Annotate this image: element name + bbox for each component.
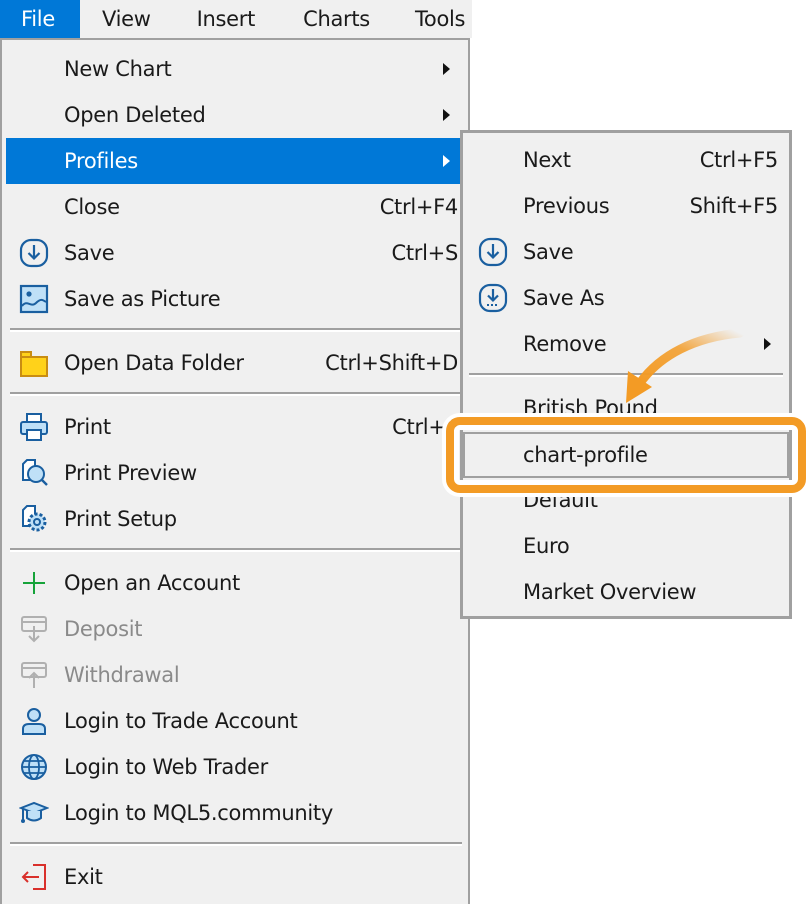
menu-item-label: Default [523, 488, 598, 512]
menu-item-label: chart-profile [523, 443, 648, 467]
menu-item-exit[interactable]: Exit [6, 854, 462, 900]
graduation-cap-icon [18, 797, 50, 829]
folder-icon [18, 347, 50, 379]
menu-file[interactable]: File [0, 0, 80, 38]
menu-item-label: Print Setup [64, 507, 177, 531]
menu-item-label: Print Preview [64, 461, 197, 485]
menu-item-label: Profiles [64, 149, 138, 173]
menu-item-save-as-picture[interactable]: Save as Picture [6, 276, 462, 322]
submenu-item-british-pound[interactable]: British Pound [463, 385, 789, 431]
menu-item-close[interactable]: Close Ctrl+F4 [6, 184, 462, 230]
submenu-item-save[interactable]: Save [463, 229, 789, 275]
globe-icon [18, 751, 50, 783]
menu-item-print-preview[interactable]: Print Preview [6, 450, 462, 496]
menu-item-print[interactable]: Print Ctrl+P [6, 404, 462, 450]
submenu-item-market-overview[interactable]: Market Overview [463, 569, 789, 615]
menu-item-label: Save As [523, 286, 605, 310]
menu-item-profiles[interactable]: Profiles [6, 138, 462, 184]
menu-item-label: Open Deleted [64, 103, 206, 127]
menu-separator [10, 392, 462, 396]
menu-item-print-setup[interactable]: Print Setup [6, 496, 462, 542]
menu-item-label: Open Data Folder [64, 351, 244, 375]
print-preview-icon [18, 457, 50, 489]
submenu-item-default[interactable]: ✓ Default [463, 477, 789, 523]
menu-view[interactable]: View [80, 0, 173, 38]
profiles-submenu: Next Ctrl+F5 Previous Shift+F5 Save Save… [460, 130, 792, 619]
shortcut-text: Ctrl+S [391, 241, 459, 265]
menu-item-open-account[interactable]: Open an Account [6, 560, 462, 606]
menu-item-label: Next [523, 148, 571, 172]
submenu-item-euro[interactable]: Euro [463, 523, 789, 569]
deposit-icon [18, 613, 50, 645]
menu-item-open-data-folder[interactable]: Open Data Folder Ctrl+Shift+D [6, 340, 462, 386]
shortcut-text: Shift+F5 [689, 194, 779, 218]
submenu-item-previous[interactable]: Previous Shift+F5 [463, 183, 789, 229]
menu-item-label: Exit [64, 865, 103, 889]
menu-item-login-trade-account[interactable]: Login to Trade Account [6, 698, 462, 744]
menu-item-label: Previous [523, 194, 610, 218]
exit-icon [18, 861, 50, 893]
menu-item-label: Remove [523, 332, 607, 356]
menu-item-deposit: Deposit [6, 606, 462, 652]
withdrawal-icon [18, 659, 50, 691]
menu-item-label: Save [64, 241, 115, 265]
menu-separator [10, 548, 462, 552]
menu-item-label: Market Overview [523, 580, 697, 604]
menu-item-label: Euro [523, 534, 570, 558]
menu-item-label: Login to Web Trader [64, 755, 268, 779]
file-menu: New Chart Open Deleted Profiles Close Ct… [0, 38, 470, 904]
menu-item-label: Withdrawal [64, 663, 180, 687]
submenu-item-remove[interactable]: Remove [463, 321, 789, 367]
menu-item-label: Save [523, 240, 574, 264]
menu-item-label: Login to Trade Account [64, 709, 298, 733]
shortcut-text: Ctrl+P [392, 415, 458, 439]
shortcut-text: Ctrl+F5 [699, 148, 779, 172]
menu-separator [469, 373, 783, 377]
menu-item-label: Open an Account [64, 571, 240, 595]
submenu-item-next[interactable]: Next Ctrl+F5 [463, 137, 789, 183]
menu-item-label: New Chart [64, 57, 172, 81]
submenu-item-chart-profile[interactable]: chart-profile [463, 432, 789, 478]
save-as-icon [477, 282, 509, 314]
plus-icon [18, 567, 50, 599]
shortcut-text: Ctrl+F4 [379, 195, 459, 219]
submenu-arrow-icon [764, 338, 771, 350]
menu-item-open-deleted[interactable]: Open Deleted [6, 92, 462, 138]
menubar: File View Insert Charts Tools [0, 0, 472, 38]
checkmark-icon: ✓ [485, 481, 499, 500]
save-icon [477, 236, 509, 268]
menu-item-label: Close [64, 195, 120, 219]
submenu-item-save-as[interactable]: Save As [463, 275, 789, 321]
shortcut-text: Ctrl+Shift+D [325, 351, 458, 375]
save-icon [18, 237, 50, 269]
menu-charts[interactable]: Charts [278, 0, 392, 38]
menu-item-label: Print [64, 415, 111, 439]
printer-icon [18, 411, 50, 443]
menu-item-login-web-trader[interactable]: Login to Web Trader [6, 744, 462, 790]
menu-separator [10, 328, 462, 332]
menu-insert[interactable]: Insert [173, 0, 278, 38]
menu-item-label: Login to MQL5.community [64, 801, 333, 825]
submenu-arrow-icon [443, 63, 450, 75]
submenu-arrow-icon [443, 109, 450, 121]
picture-icon [18, 283, 50, 315]
submenu-arrow-icon [443, 155, 450, 167]
menu-separator [10, 842, 462, 846]
print-setup-icon [18, 503, 50, 535]
menu-item-new-chart[interactable]: New Chart [6, 46, 462, 92]
menu-tools[interactable]: Tools [392, 0, 466, 38]
user-icon [18, 705, 50, 737]
menu-item-login-mql5[interactable]: Login to MQL5.community [6, 790, 462, 836]
menu-item-label: Save as Picture [64, 287, 221, 311]
menu-item-label: British Pound [523, 396, 658, 420]
menu-item-withdrawal: Withdrawal [6, 652, 462, 698]
menu-item-save[interactable]: Save Ctrl+S [6, 230, 462, 276]
menu-item-label: Deposit [64, 617, 143, 641]
